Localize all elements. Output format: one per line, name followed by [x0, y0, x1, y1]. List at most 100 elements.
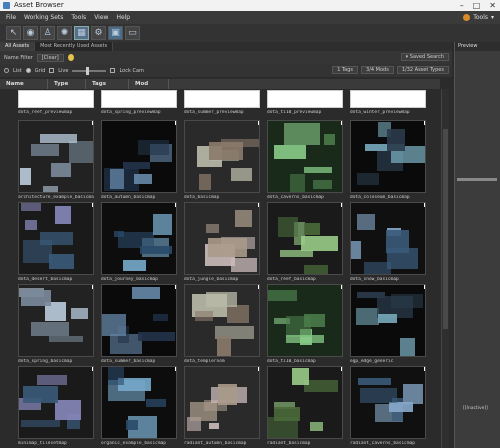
menu-file[interactable]: File — [6, 11, 16, 24]
globe-icon[interactable]: ◉ — [23, 26, 38, 40]
menu-help[interactable]: Help — [116, 11, 130, 24]
scrollbar-thumb[interactable] — [443, 129, 448, 329]
asset-types-button[interactable]: 1/32 Asset Types — [396, 66, 449, 74]
thumbnail-detail — [55, 206, 71, 224]
main-toolbar: ↖ ◉ ♙ ✺ ▦ ⚙ ▣ ▭ — [0, 24, 500, 42]
asset-thumbnail[interactable] — [267, 284, 343, 357]
thumbnail-detail — [209, 423, 219, 429]
asset-name-label: dota_summer_basicmap — [101, 359, 156, 364]
asset-thumbnail[interactable] — [267, 366, 343, 439]
asset-thumbnail[interactable] — [184, 366, 260, 439]
clear-filter-button[interactable]: [Clear] — [36, 53, 64, 62]
asset-name-label: organic_example_basicmap — [101, 441, 167, 446]
asset-thumbnail[interactable] — [101, 202, 177, 275]
maximize-icon[interactable]: □ — [473, 0, 481, 11]
column-mod[interactable]: Mod — [129, 79, 169, 89]
asset-thumbnail[interactable] — [101, 120, 177, 193]
asset-thumbnail[interactable] — [101, 90, 177, 108]
menu-working-sets[interactable]: Working Sets — [24, 11, 63, 24]
menu-view[interactable]: View — [94, 11, 108, 24]
asset-thumbnail[interactable] — [18, 284, 94, 357]
asset-thumbnail[interactable] — [184, 284, 260, 357]
list-label: List — [13, 67, 22, 74]
thumbnail-detail — [108, 367, 124, 385]
grid-scrollbar[interactable] — [441, 89, 449, 448]
thumbnail-detail — [69, 141, 93, 163]
lock-cam-checkbox[interactable] — [110, 68, 116, 73]
preview-divider — [457, 178, 497, 181]
thumbnail-detail — [153, 314, 168, 321]
asset-thumbnail[interactable] — [101, 366, 177, 439]
asset-thumbnail[interactable] — [184, 120, 260, 193]
asset-name-label: minimap_tilesetmap — [18, 441, 67, 446]
thumbnail-detail — [231, 258, 257, 272]
particle-icon[interactable]: ✺ — [57, 26, 72, 40]
window-title: Asset Browser — [14, 1, 64, 9]
tab-all-assets[interactable]: All Assets — [0, 42, 36, 51]
preview-status: [[Inactive]] — [463, 406, 488, 411]
thumbnail-detail — [360, 388, 397, 403]
preview-status-text: [Inactive] — [464, 406, 487, 411]
asset-thumbnail[interactable] — [18, 366, 94, 439]
thumbnail-detail — [199, 174, 211, 190]
model-icon[interactable]: ⚙ — [91, 26, 106, 40]
thumbnail-detail — [23, 240, 52, 263]
thumbnail-detail — [206, 292, 237, 307]
live-checkbox[interactable] — [49, 68, 55, 73]
menu-tools[interactable]: Tools — [71, 11, 86, 24]
thumbnail-detail — [138, 140, 169, 155]
thumbnail-detail — [274, 145, 306, 159]
asset-thumbnail[interactable] — [184, 202, 260, 275]
grid-radio[interactable] — [25, 68, 31, 73]
thumbnail-detail — [140, 246, 172, 254]
asset-thumbnail[interactable] — [267, 202, 343, 275]
asset-thumbnail[interactable] — [350, 366, 426, 439]
list-radio[interactable] — [4, 68, 9, 73]
column-tags[interactable]: Tags — [86, 79, 129, 89]
asset-thumbnail[interactable] — [18, 120, 94, 193]
preview-title: Preview — [455, 42, 500, 51]
thumbnail-detail — [290, 174, 305, 192]
mods-button[interactable]: 3/4 Mods — [361, 66, 394, 74]
monitor-icon[interactable]: ▭ — [125, 26, 140, 40]
thumbnail-detail — [292, 368, 309, 385]
asset-thumbnail[interactable] — [350, 120, 426, 193]
material-icon[interactable]: ▦ — [74, 26, 89, 40]
tools-menu-button[interactable]: Tools ▾ — [463, 13, 494, 22]
saved-search-label: Saved Search — [409, 54, 444, 60]
asset-thumbnail[interactable] — [18, 202, 94, 275]
asset-status-badge — [424, 121, 425, 125]
thumbnail-detail — [391, 294, 423, 308]
asset-thumbnail[interactable] — [184, 90, 260, 108]
asset-thumbnail[interactable] — [18, 90, 94, 108]
thumbnail-detail — [217, 336, 231, 356]
arrow-tool-icon[interactable]: ↖ — [6, 26, 21, 40]
map-icon[interactable]: ▣ — [108, 26, 123, 40]
clear-label: Clear — [43, 54, 57, 61]
character-icon[interactable]: ♙ — [40, 26, 55, 40]
thumbnail-detail — [324, 134, 335, 145]
column-name[interactable]: Name — [0, 79, 48, 89]
thumbnail-size-slider[interactable] — [72, 66, 107, 75]
slider-knob[interactable] — [86, 66, 90, 75]
window-titlebar: Asset Browser – □ ✕ — [0, 0, 500, 11]
column-type[interactable]: Type — [48, 79, 86, 89]
asset-thumbnail[interactable] — [267, 90, 343, 108]
name-filter-label: Name Filter — [4, 54, 33, 61]
asset-thumbnail[interactable] — [350, 90, 426, 108]
asset-status-badge — [92, 121, 93, 125]
lightbulb-icon[interactable] — [67, 54, 74, 61]
asset-thumbnail[interactable] — [350, 284, 426, 357]
tags-button[interactable]: 1 Tags — [332, 66, 359, 74]
tab-recent-assets[interactable]: Most Recently Used Assets — [35, 42, 114, 51]
thumbnail-detail — [304, 380, 338, 392]
asset-thumbnail[interactable] — [101, 284, 177, 357]
asset-thumbnail[interactable] — [350, 202, 426, 275]
thumbnail-detail — [301, 236, 338, 251]
close-icon[interactable]: ✕ — [489, 0, 496, 11]
asset-thumbnail[interactable] — [267, 120, 343, 193]
minimize-icon[interactable]: – — [460, 0, 464, 11]
thumbnail-detail — [304, 265, 328, 274]
saved-search-button[interactable]: ▾ Saved Search — [400, 53, 449, 61]
asset-status-badge — [341, 285, 342, 289]
